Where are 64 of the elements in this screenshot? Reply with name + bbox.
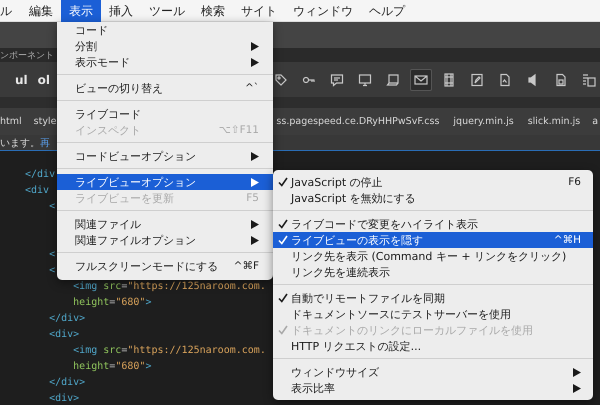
- document-icon[interactable]: [498, 72, 512, 86]
- code-line: <: [48, 200, 56, 214]
- code-line: <div>: [48, 328, 80, 342]
- menu-item[interactable]: ウィンドウサイズ: [273, 364, 593, 380]
- menu-bar-item[interactable]: 検索: [193, 0, 233, 22]
- menu-bar-item[interactable]: ヘルプ: [361, 0, 413, 22]
- toolbar-button[interactable]: [410, 68, 432, 90]
- menu-item[interactable]: 表示比率: [273, 380, 593, 396]
- tag-icon[interactable]: [274, 72, 288, 86]
- menu-item[interactable]: ライブコード: [57, 106, 273, 122]
- menu-item[interactable]: リンク先を表示 (Command キー + リンクをクリック): [273, 248, 593, 264]
- document-list-icon[interactable]: [582, 72, 596, 86]
- file-tab[interactable]: html: [0, 116, 22, 127]
- panel-tab[interactable]: ンポーネント: [0, 48, 54, 62]
- code-line: <img src="https://125naroom.com.: [72, 344, 266, 358]
- envelope-icon[interactable]: [414, 72, 428, 86]
- file-tab[interactable]: slick.min.js: [528, 116, 580, 127]
- menu-bar-item[interactable]: サイト: [233, 0, 285, 22]
- code-line: height="680">: [72, 360, 152, 374]
- monitor-icon[interactable]: [358, 72, 372, 86]
- menu-item[interactable]: HTTP リクエストの設定...: [273, 338, 593, 354]
- menu-item[interactable]: ライブコードで変更をハイライト表示: [273, 216, 593, 232]
- menu-item[interactable]: コード: [57, 22, 273, 38]
- info-link[interactable]: 再: [40, 136, 50, 150]
- menu-item[interactable]: JavaScript の停止 F6: [273, 174, 593, 190]
- menu-item[interactable]: 関連ファイル: [57, 216, 273, 232]
- code-line: <: [48, 248, 56, 262]
- menu-bar-item[interactable]: 編集: [21, 0, 61, 22]
- code-line: </div>: [48, 312, 86, 326]
- menu-bar-item[interactable]: 表示: [61, 0, 101, 22]
- menu-item[interactable]: リンク先を連続表示: [273, 264, 593, 280]
- code-line: <div: [25, 184, 50, 198]
- toolbar-button[interactable]: ul: [10, 72, 33, 86]
- menu-item[interactable]: 表示モード: [57, 54, 273, 70]
- info-text: います。: [0, 136, 40, 150]
- menu-item[interactable]: ビューの切り替え ^`: [57, 80, 273, 96]
- menu-item[interactable]: 分割: [57, 38, 273, 54]
- menu-bar-item[interactable]: ウィンドウ: [285, 0, 361, 22]
- file-tab[interactable]: jquery.min.js: [453, 116, 514, 127]
- menu-bar-item[interactable]: ツール: [141, 0, 193, 22]
- comment-icon[interactable]: [330, 72, 344, 86]
- menu-item[interactable]: 自動でリモートファイルを同期: [273, 290, 593, 306]
- file-tab[interactable]: style: [34, 116, 56, 127]
- menu-item[interactable]: ライブビューの表示を隠す ^⌘H: [273, 232, 593, 248]
- menu-item[interactable]: ドキュメントソースにテストサーバーを使用: [273, 306, 593, 322]
- code-line: <div>: [48, 392, 80, 405]
- code-line: height="680">: [72, 296, 152, 310]
- menu-item[interactable]: 関連ファイルオプション: [57, 232, 273, 248]
- document-icon[interactable]: [554, 72, 568, 86]
- menu-item[interactable]: コードビューオプション: [57, 148, 273, 164]
- file-tab[interactable]: ss.pagespeed.ce.DRyHHPwSvF.css: [276, 116, 440, 127]
- menu-bar-item[interactable]: 挿入: [101, 0, 141, 22]
- code-line: <img src="https://125naroom.com.: [72, 280, 266, 294]
- code-line: </div>: [48, 376, 86, 390]
- code-line: <: [48, 264, 56, 278]
- code-line: </div: [25, 168, 56, 182]
- menu-item[interactable]: ライブビューオプション: [57, 174, 273, 190]
- menu-item[interactable]: JavaScript を無効にする: [273, 190, 593, 206]
- pencil-document-icon[interactable]: [470, 72, 484, 86]
- toolbar-button[interactable]: ol: [32, 72, 56, 86]
- file-tab[interactable]: a: [592, 116, 598, 127]
- menu-item[interactable]: フルスクリーンモードにする ^⌘F: [57, 258, 273, 274]
- film-icon[interactable]: [442, 72, 456, 86]
- menu-bar-item[interactable]: ル: [0, 0, 21, 22]
